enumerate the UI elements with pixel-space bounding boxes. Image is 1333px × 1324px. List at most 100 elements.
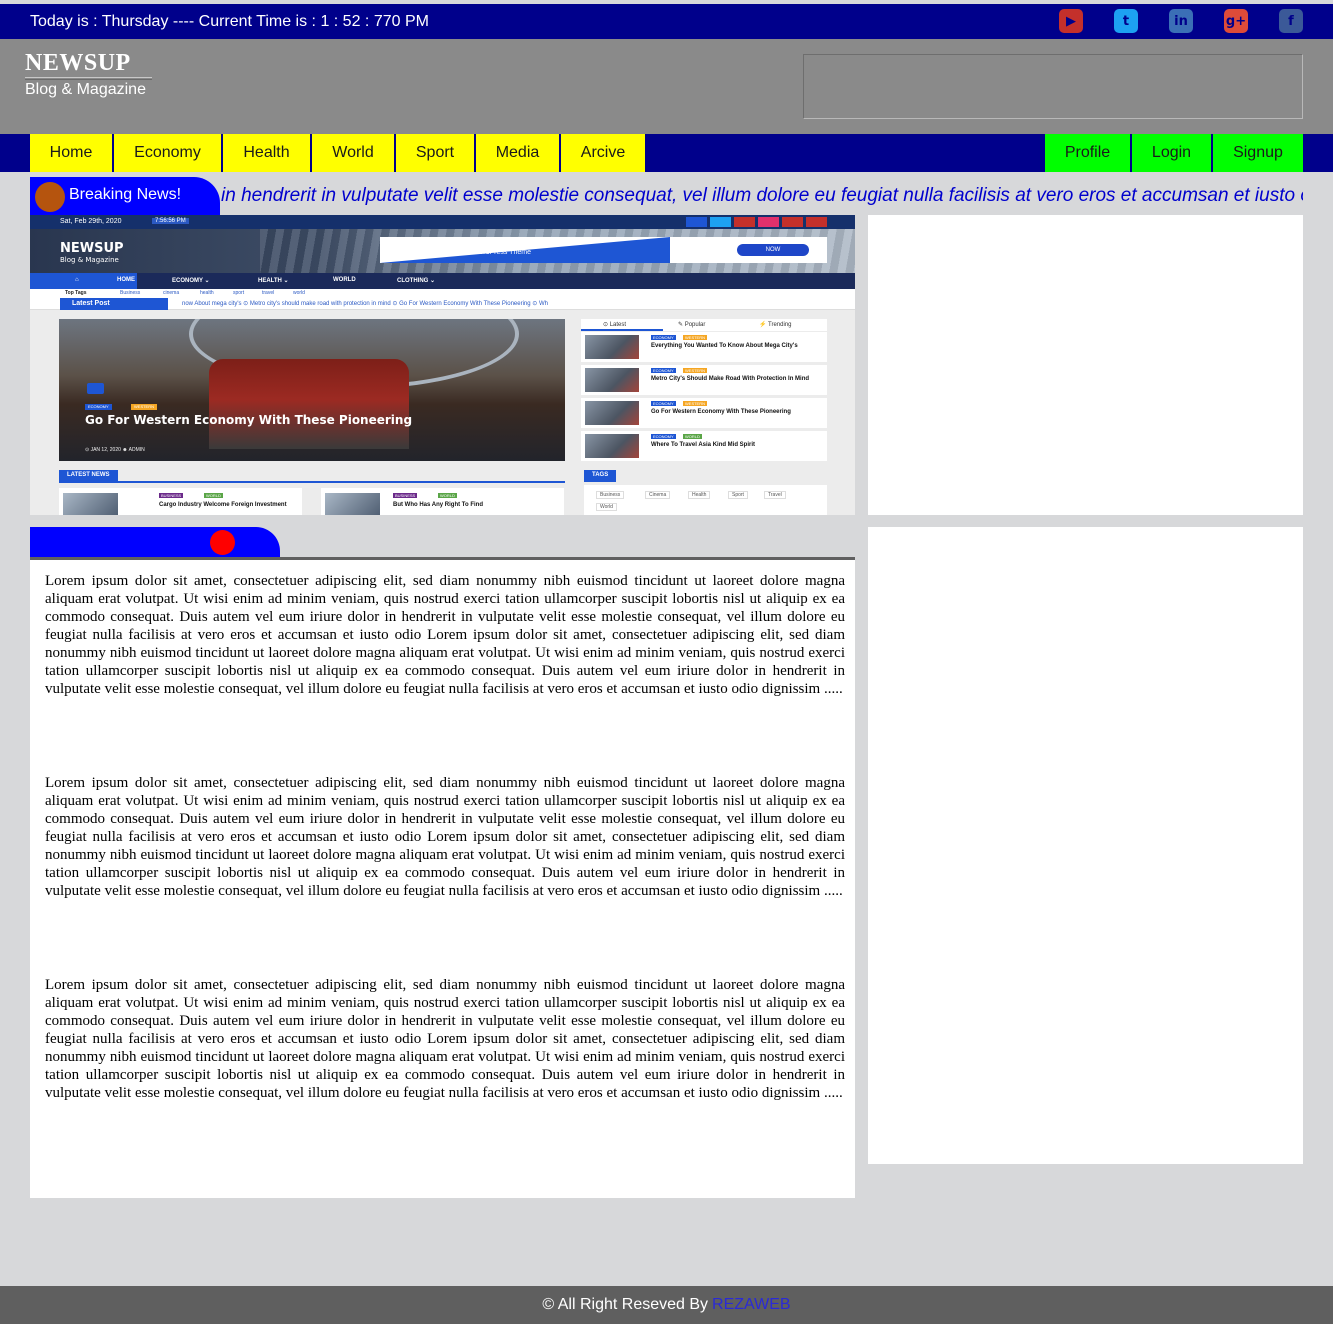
preview-tag-chip: Travel — [764, 491, 786, 499]
preview-side-item: ECONOMY WORLD Where To Travel Asia Kind … — [581, 431, 827, 461]
footer-copyright: © All Right Reseved By — [542, 1296, 709, 1313]
preview-thumb — [585, 434, 639, 458]
preview-logo-title: NEWSUP — [60, 241, 124, 256]
googleplus-icon[interactable]: g+ — [1224, 9, 1248, 33]
preview-instagram-icon — [758, 217, 779, 227]
preview-card-title: Cargo Industry Welcome Foreign Investmen… — [159, 502, 287, 508]
nav-account: Profile Login Signup — [1045, 134, 1303, 172]
nav-item-home[interactable]: Home — [30, 134, 114, 172]
preview-tag-badge: WORLD — [438, 493, 457, 498]
preview-time: 7:56:56 PM — [152, 218, 189, 224]
nav-item-arcive[interactable]: Arcive — [561, 134, 645, 172]
footer-author-link[interactable]: REZAWEB — [712, 1296, 791, 1314]
nav-item-world[interactable]: World — [312, 134, 396, 172]
preview-thumb — [325, 493, 380, 515]
preview-tag: cinema — [163, 290, 180, 296]
nav-categories: Home Economy Health World Sport Media Ar… — [30, 134, 645, 172]
preview-tab: ⚡ Trending — [759, 322, 792, 328]
preview-tag-chip: World — [596, 503, 617, 511]
preview-tag-badge: WESTERN — [683, 335, 707, 340]
theme-preview-image: Sat, Feb 29th, 2020 7:56:56 PM NEWSUP Bl… — [30, 215, 855, 515]
preview-date: Sat, Feb 29th, 2020 — [60, 218, 122, 225]
preview-tag-chip: Business — [596, 491, 625, 499]
preview-section-rule — [59, 481, 565, 483]
top-bar: Today is : Thursday ---- Current Time is… — [0, 4, 1333, 39]
preview-nav-item: CLOTHING ⌄ — [397, 278, 436, 284]
preview-banner: Blog & Magazine WordPress Theme NOW — [380, 237, 827, 263]
preview-banner-button: NOW — [737, 244, 809, 256]
preview-banner-text: Blog & Magazine WordPress Theme — [418, 249, 531, 256]
preview-news-card: BUSINESS WORLD Cargo Industry Welcome Fo… — [59, 488, 302, 515]
preview-latest-label: Latest Post — [60, 298, 168, 310]
preview-tags-box-label: TAGS — [584, 470, 617, 482]
nav-item-economy[interactable]: Economy — [114, 134, 223, 172]
nav-item-media[interactable]: Media — [476, 134, 561, 172]
preview-top-bar: Sat, Feb 29th, 2020 7:56:56 PM — [30, 215, 855, 229]
signup-button[interactable]: Signup — [1211, 134, 1303, 172]
preview-social-icons — [686, 217, 827, 227]
preview-nav-item: ECONOMY ⌄ — [172, 278, 210, 284]
site-footer: © All Right Reseved By REZAWEB — [0, 1286, 1333, 1324]
preview-tab: ⊙ Latest — [603, 322, 627, 328]
section-dot-icon — [210, 530, 235, 555]
facebook-icon[interactable]: f — [1279, 9, 1303, 33]
article-paragraph: Lorem ipsum dolor sit amet, consectetuer… — [45, 977, 845, 1101]
date-time-text: Today is : Thursday ---- Current Time is… — [30, 13, 429, 30]
preview-tabs: ⊙ Latest ✎ Popular ⚡ Trending — [581, 319, 827, 331]
preview-side-title: Metro City's Should Make Road With Prote… — [651, 376, 810, 382]
preview-logo: NEWSUP Blog & Magazine — [60, 241, 124, 264]
preview-tag: health — [200, 290, 214, 296]
preview-tag-badge: ECONOMY — [651, 335, 676, 340]
article-paragraph: Lorem ipsum dolor sit amet, consectetuer… — [45, 573, 845, 697]
preview-nav-item: WORLD — [333, 277, 356, 283]
preview-hero-title: Go For Western Economy With These Pionee… — [85, 413, 413, 427]
preview-nav: ⌂ HOME ECONOMY ⌄ HEALTH ⌄ WORLD CLOTHING… — [30, 273, 855, 289]
preview-side-title: Go For Western Economy With These Pionee… — [651, 409, 791, 415]
preview-tag-badge: ECONOMY — [651, 401, 676, 406]
preview-thumb — [585, 368, 639, 392]
sidebar-box-bottom — [868, 527, 1303, 1164]
preview-tag-badge: BUSINESS — [159, 493, 184, 498]
preview-tag-badge: BUSINESS — [393, 493, 418, 498]
article-paragraph: Lorem ipsum dolor sit amet, consectetuer… — [45, 775, 845, 899]
preview-side-item: ECONOMY WESTERN Metro City's Should Make… — [581, 365, 827, 395]
preview-thumb — [63, 493, 118, 515]
preview-latest-news-header: LATEST NEWS — [59, 470, 565, 483]
preview-side-title: Everything You Wanted To Know About Mega… — [651, 343, 798, 349]
preview-news-card: BUSINESS WORLD But Who Has Any Right To … — [321, 488, 564, 515]
preview-side-title: Where To Travel Asia Kind Mid Spirit — [651, 442, 756, 448]
preview-tag-chip: Sport — [728, 491, 748, 499]
preview-tags-label: Top Tags — [65, 290, 87, 296]
preview-facebook-icon — [686, 217, 707, 227]
preview-linkedin-icon — [734, 217, 755, 227]
preview-nav-item: HOME — [117, 277, 135, 283]
login-button[interactable]: Login — [1130, 134, 1211, 172]
profile-button[interactable]: Profile — [1045, 134, 1130, 172]
preview-tag-badge: ECONOMY — [651, 434, 676, 439]
site-header: NEWSUP Blog & Magazine — [0, 39, 1333, 134]
nav-item-sport[interactable]: Sport — [396, 134, 476, 172]
nav-item-health[interactable]: Health — [223, 134, 312, 172]
preview-tag-chip: Health — [688, 491, 711, 499]
youtube-icon[interactable]: ▶ — [1059, 9, 1083, 33]
preview-hero-tag: ECONOMY — [85, 404, 112, 410]
site-logo-title[interactable]: NEWSUP — [25, 50, 131, 77]
preview-youtube-icon — [782, 217, 803, 227]
breaking-news-label: Breaking News! — [30, 177, 220, 215]
preview-tag: world — [293, 290, 305, 296]
linkedin-icon[interactable]: in — [1169, 9, 1193, 33]
preview-tags-header: TAGS — [584, 470, 827, 482]
logo-divider — [25, 77, 152, 80]
section-header — [30, 527, 855, 560]
preview-thumb — [585, 401, 639, 425]
article-body: Lorem ipsum dolor sit amet, consectetuer… — [30, 560, 855, 1198]
preview-home-icon: ⌂ — [75, 277, 79, 283]
preview-tab-underline — [581, 329, 663, 331]
twitter-icon[interactable]: t — [1114, 9, 1138, 33]
preview-camera-icon — [87, 383, 104, 394]
news-ticker[interactable]: in hendrerit in vulputate velit esse mol… — [221, 185, 1303, 207]
preview-side-item: ECONOMY WESTERN Go For Western Economy W… — [581, 398, 827, 428]
preview-tag-badge: WORLD — [683, 434, 702, 439]
breaking-news-bar: Breaking News! in hendrerit in vulputate… — [30, 177, 1303, 215]
preview-tag-badge: WESTERN — [683, 401, 707, 406]
